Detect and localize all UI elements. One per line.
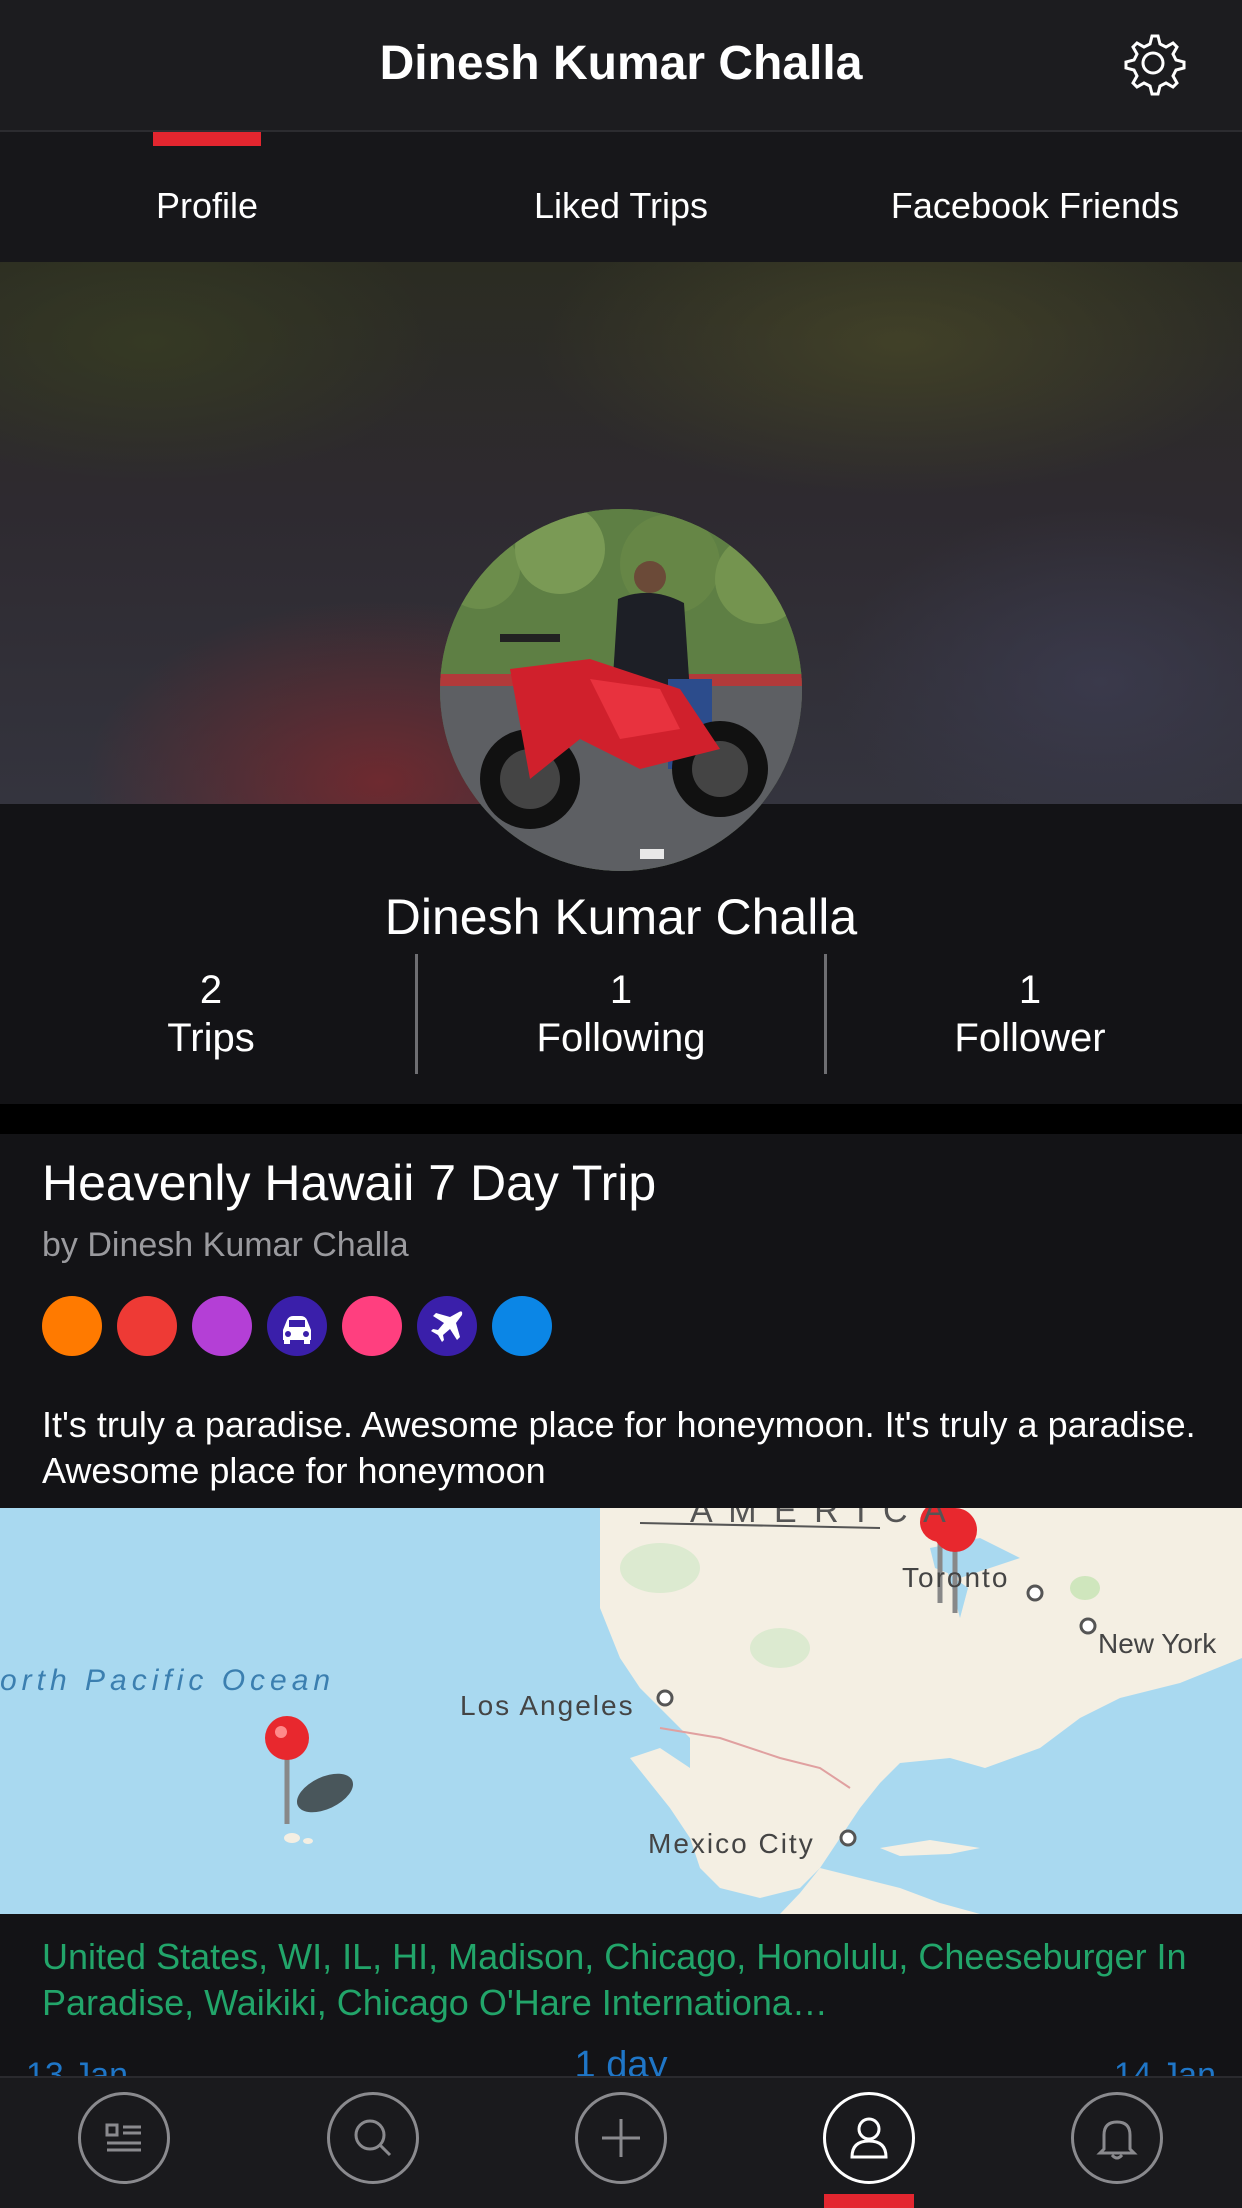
stat-following[interactable]: 1 Following <box>414 966 828 1062</box>
stat-label: Following <box>536 1016 706 1060</box>
map-label-pacific-ocean: orth Pacific Ocean <box>0 1664 336 1697</box>
trip-map[interactable]: A M E R I C A Toronto New York orth Paci… <box>0 1508 1242 1914</box>
section-separator <box>0 1104 1242 1134</box>
search-icon[interactable] <box>327 2092 419 2184</box>
map-label-los-angeles: Los Angeles <box>460 1690 635 1721</box>
tab-facebook-friends[interactable]: Facebook Friends <box>828 132 1242 262</box>
category-dot <box>492 1296 552 1356</box>
trip-author: by Dinesh Kumar Challa <box>42 1226 409 1264</box>
category-dot <box>192 1296 252 1356</box>
trip-title[interactable]: Heavenly Hawaii 7 Day Trip <box>42 1154 656 1212</box>
stat-value: 1 <box>1018 968 1042 1012</box>
map-label-toronto: Toronto <box>902 1562 1010 1593</box>
page-title: Dinesh Kumar Challa <box>379 37 863 90</box>
category-dot <box>42 1296 102 1356</box>
stat-trips[interactable]: 2 Trips <box>4 966 418 1062</box>
profile-icon[interactable] <box>823 2092 915 2184</box>
airplane-icon <box>417 1296 477 1356</box>
profile-name: Dinesh Kumar Challa <box>384 889 858 945</box>
stat-followers[interactable]: 1 Follower <box>823 966 1237 1062</box>
map-label-mexico-city: Mexico City <box>648 1828 815 1859</box>
bottom-nav <box>0 2076 1242 2208</box>
map-label-new-york: New York <box>1098 1628 1217 1659</box>
category-dot <box>117 1296 177 1356</box>
car-icon <box>267 1296 327 1356</box>
stat-label: Trips <box>167 1016 255 1060</box>
stat-value: 1 <box>609 968 633 1012</box>
category-dot <box>342 1296 402 1356</box>
map-label-america: A M E R I C A <box>690 1508 950 1530</box>
bell-icon[interactable] <box>1071 2092 1163 2184</box>
stat-value: 2 <box>199 968 223 1012</box>
active-nav-indicator <box>824 2194 914 2208</box>
top-bar: Dinesh Kumar Challa <box>0 0 1242 132</box>
plus-icon[interactable] <box>575 2092 667 2184</box>
avatar[interactable] <box>440 509 802 871</box>
trip-description: It's truly a paradise. Awesome place for… <box>42 1404 1196 1491</box>
tab-liked-trips[interactable]: Liked Trips <box>414 132 828 262</box>
feed-icon[interactable] <box>78 2092 170 2184</box>
trip-places: United States, WI, IL, HI, Madison, Chic… <box>42 1936 1187 2023</box>
stat-label: Follower <box>954 1016 1106 1060</box>
tab-bar: Profile Liked Trips Facebook Friends <box>0 132 1242 262</box>
tab-profile[interactable]: Profile <box>0 132 414 262</box>
gear-icon[interactable] <box>1120 30 1186 96</box>
